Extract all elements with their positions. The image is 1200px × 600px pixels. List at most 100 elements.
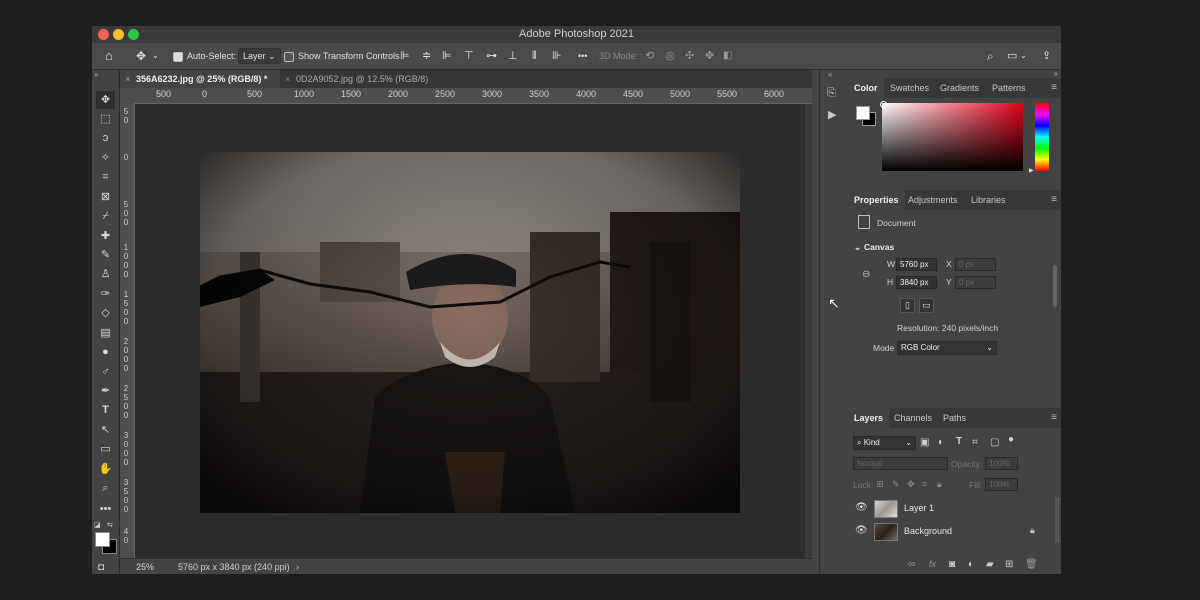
eyedropper-tool-icon[interactable]: ⌿ — [96, 207, 115, 225]
filter-toggle-icon[interactable]: ● — [1008, 434, 1014, 445]
tab-356a6232[interactable]: × 356A6232.jpg @ 25% (RGB/8) * — [120, 70, 280, 88]
share-icon[interactable]: ⇪ — [1042, 43, 1051, 69]
opacity-field[interactable]: 100% — [985, 457, 1018, 470]
new-group-icon[interactable]: ▰ — [986, 559, 994, 570]
tab-properties[interactable]: Properties — [848, 190, 905, 210]
layers-scrollbar[interactable] — [1055, 497, 1059, 543]
fill-field[interactable]: 100% — [985, 478, 1018, 491]
link-layers-icon[interactable]: ∞ — [908, 559, 915, 570]
width-field[interactable]: 5760 px — [896, 258, 937, 271]
tab-swatches[interactable]: Swatches — [884, 78, 935, 98]
lock-artboard-icon[interactable]: ⌗ — [922, 479, 927, 490]
zoom-tool-icon[interactable]: ⌕ — [96, 479, 115, 497]
layer-row-background[interactable]: 👁︎ Background 🔒︎ — [848, 520, 1050, 543]
distribute-icon[interactable]: ⫴ — [532, 43, 537, 69]
canvas-section-chevron-icon[interactable]: ⌄ — [854, 242, 861, 253]
healing-brush-tool-icon[interactable]: ✚ — [96, 227, 115, 245]
delete-layer-icon[interactable]: 🗑︎ — [1025, 559, 1038, 570]
tab-patterns[interactable]: Patterns — [986, 78, 1032, 98]
search-icon[interactable]: ⌕ — [987, 43, 994, 69]
align-middle-icon[interactable]: ⊶ — [486, 43, 497, 69]
height-field[interactable]: 3840 px — [896, 276, 937, 289]
maximize-window-button[interactable] — [128, 29, 139, 40]
rectangle-tool-icon[interactable]: ▭ — [96, 440, 115, 458]
foreground-color-swatch[interactable] — [856, 106, 870, 120]
mode-dropdown[interactable]: RGB Color ⌄ — [897, 341, 997, 355]
layer-name[interactable]: Background — [904, 526, 952, 536]
add-mask-icon[interactable]: ◙ — [949, 559, 955, 570]
3d-pan-icon[interactable]: ✣ — [685, 43, 694, 69]
eraser-tool-icon[interactable]: ◇ — [96, 304, 115, 322]
layer-row-layer-1[interactable]: 👁︎ Layer 1 — [848, 497, 1050, 520]
3d-roll-icon[interactable]: ◎ — [665, 43, 675, 69]
align-left-icon[interactable]: ⊫ — [400, 43, 410, 69]
quick-mask-icon[interactable]: ◘ — [98, 562, 104, 573]
color-field-picker[interactable] — [882, 103, 1023, 171]
panel-menu-icon[interactable]: ≡ — [1051, 408, 1057, 428]
move-tool-icon[interactable]: ✥ — [136, 43, 146, 69]
tool-preset-chevron-icon[interactable]: ⌄ — [152, 43, 159, 69]
distribute-vertical-icon[interactable]: ⊪ — [552, 43, 562, 69]
minimize-window-button[interactable] — [113, 29, 124, 40]
properties-scrollbar[interactable] — [1053, 265, 1057, 307]
visibility-eye-icon[interactable]: 👁︎ — [855, 525, 868, 536]
home-icon[interactable]: ⌂ — [105, 43, 113, 69]
blend-mode-dropdown[interactable]: Normal — [853, 457, 948, 470]
move-tool-icon[interactable]: ✥ — [96, 91, 115, 109]
layer-style-fx-icon[interactable]: fx — [929, 559, 936, 569]
marquee-tool-icon[interactable]: ⬚ — [96, 110, 115, 128]
align-bottom-icon[interactable]: ⊥ — [508, 43, 518, 69]
lock-position-icon[interactable]: ✥ — [907, 479, 915, 490]
show-transform-checkbox[interactable] — [284, 43, 298, 69]
tab-gradients[interactable]: Gradients — [934, 78, 985, 98]
filter-shape-icon[interactable]: ⌗ — [972, 437, 978, 448]
align-right-icon[interactable]: ⊫ — [442, 43, 452, 69]
lock-all-icon[interactable]: 🔒︎ — [937, 479, 942, 490]
workspace-chevron-icon[interactable]: ⌄ — [1020, 43, 1027, 69]
workspace-icon[interactable]: ▭ — [1007, 43, 1017, 69]
dodge-tool-icon[interactable]: ♂ — [96, 363, 115, 381]
3d-orbit-icon[interactable]: ⟲ — [645, 43, 654, 69]
clone-stamp-tool-icon[interactable]: ♙ — [96, 265, 115, 283]
actions-play-icon[interactable]: ▶ — [828, 108, 836, 121]
color-picker-cursor[interactable] — [880, 101, 887, 108]
close-tab-icon[interactable]: × — [285, 70, 290, 88]
crop-tool-icon[interactable]: ⌗ — [96, 168, 115, 186]
vertical-scrollbar[interactable] — [805, 104, 812, 558]
3d-slide-icon[interactable]: ✥ — [705, 43, 714, 69]
horizontal-ruler[interactable]: 500 0 500 1000 1500 2000 2500 3000 3500 … — [134, 88, 812, 104]
close-window-button[interactable] — [98, 29, 109, 40]
foreground-color-swatch[interactable] — [95, 532, 110, 547]
tab-libraries[interactable]: Libraries — [965, 190, 1012, 210]
panel-menu-icon[interactable]: ≡ — [1051, 190, 1057, 210]
tab-paths[interactable]: Paths — [937, 408, 972, 428]
more-options-button[interactable]: ••• — [578, 43, 587, 69]
portrait-orientation-icon[interactable]: ▯ — [900, 298, 915, 313]
zoom-level[interactable]: 25% — [136, 559, 154, 574]
3d-camera-icon[interactable]: ◧ — [723, 43, 732, 69]
panel-menu-icon[interactable]: ≡ — [1051, 78, 1057, 98]
history-brush-tool-icon[interactable]: ✑ — [96, 285, 115, 303]
collapse-toolbar-icon[interactable]: » — [94, 70, 98, 79]
y-field[interactable]: 0 px — [955, 276, 996, 289]
tab-color[interactable]: Color — [848, 78, 884, 98]
filter-kind-dropdown[interactable]: ⌕ Kind ⌄ — [853, 436, 916, 450]
tab-channels[interactable]: Channels — [888, 408, 938, 428]
new-layer-icon[interactable]: ⊞ — [1005, 559, 1013, 570]
gradient-tool-icon[interactable]: ▤ — [96, 324, 115, 342]
auto-select-checkbox[interactable] — [173, 43, 187, 69]
expand-panels-icon[interactable]: « — [828, 70, 832, 79]
link-dimensions-icon[interactable]: ⊖ — [862, 269, 870, 280]
visibility-eye-icon[interactable]: 👁︎ — [855, 502, 868, 513]
x-field[interactable]: 0 px — [955, 258, 996, 271]
adjustment-layer-icon[interactable]: ◐ — [968, 559, 974, 570]
default-colors-icon[interactable]: ◪ — [94, 521, 101, 529]
landscape-orientation-icon[interactable]: ▭ — [919, 298, 934, 313]
align-center-icon[interactable]: ≑ — [422, 43, 431, 69]
auto-select-dropdown[interactable]: Layer ⌄ — [238, 43, 281, 69]
canvas-section-title[interactable]: Canvas — [864, 242, 894, 252]
hand-tool-icon[interactable]: ✋ — [96, 460, 115, 478]
lasso-tool-icon[interactable]: ↄ — [96, 129, 115, 147]
layer-name[interactable]: Layer 1 — [904, 503, 934, 513]
canvas-area[interactable] — [135, 104, 805, 558]
